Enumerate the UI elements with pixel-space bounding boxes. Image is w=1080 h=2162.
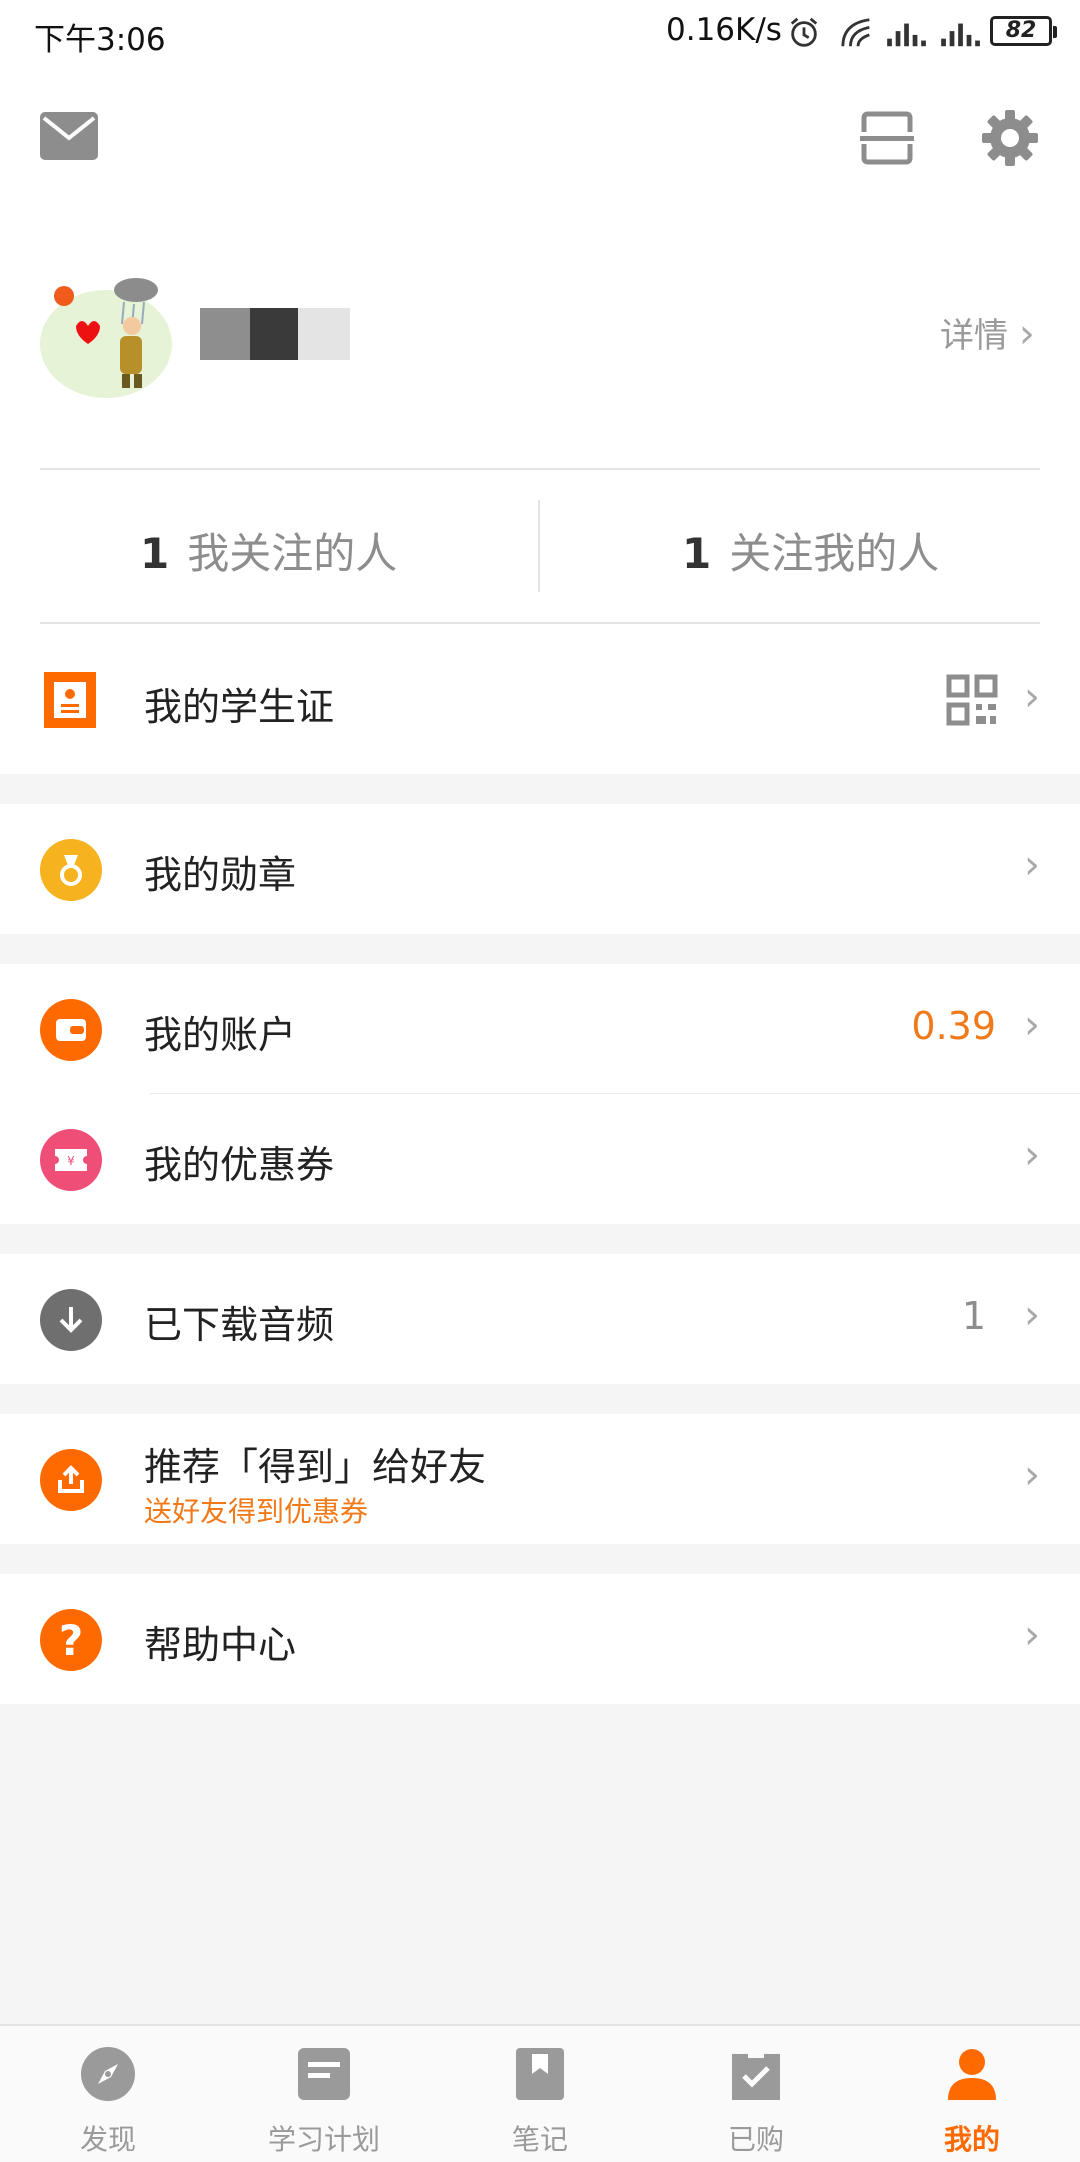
person-icon bbox=[948, 2049, 996, 2100]
profile-name-redacted bbox=[200, 308, 350, 360]
id-card-icon bbox=[44, 672, 96, 728]
vertical-divider bbox=[538, 500, 540, 592]
followers-count: 1 bbox=[682, 529, 712, 578]
chevron-right-icon: › bbox=[1024, 674, 1040, 720]
help-label: 帮助中心 bbox=[144, 1623, 297, 1667]
scan-icon[interactable] bbox=[860, 110, 914, 166]
chevron-right-icon: › bbox=[1024, 1002, 1040, 1048]
nav-label: 发现 bbox=[79, 2123, 136, 2156]
detail-label: 详情 bbox=[940, 316, 1008, 356]
recommend-label: 推荐「得到」给好友 bbox=[144, 1445, 487, 1489]
coupon-icon: ¥ bbox=[40, 1129, 102, 1191]
followers-label: 关注我的人 bbox=[729, 529, 940, 578]
coupons-label: 我的优惠券 bbox=[144, 1143, 335, 1187]
plan-icon bbox=[298, 2048, 350, 2100]
signal-icon bbox=[887, 23, 926, 47]
nav-study-plan[interactable]: 学习计划 bbox=[216, 2026, 432, 2162]
download-icon bbox=[40, 1289, 102, 1351]
signal-icon-2 bbox=[941, 23, 980, 47]
account-label: 我的账户 bbox=[144, 1013, 297, 1057]
student-card-row[interactable]: 我的学生证 › bbox=[0, 636, 1080, 766]
bookmark-icon bbox=[516, 2048, 564, 2100]
svg-text:¥: ¥ bbox=[67, 1154, 75, 1168]
downloads-label: 已下载音频 bbox=[144, 1303, 335, 1347]
account-row[interactable]: 我的账户 0.39 › bbox=[0, 964, 1080, 1094]
medals-row[interactable]: 我的勋章 › bbox=[0, 804, 1080, 934]
purchased-icon bbox=[732, 2054, 780, 2100]
wallet-icon bbox=[40, 999, 102, 1061]
following-stat[interactable]: 1 我关注的人 bbox=[140, 520, 397, 581]
chevron-right-icon: › bbox=[1024, 1612, 1040, 1658]
wifi-icon bbox=[841, 18, 870, 47]
compass-icon bbox=[81, 2047, 135, 2101]
downloads-row[interactable]: 已下载音频 1 › bbox=[0, 1254, 1080, 1384]
mail-icon[interactable] bbox=[40, 112, 98, 160]
status-bar: 下午3:06 0.16K/s 82 bbox=[0, 0, 1080, 66]
medals-label: 我的勋章 bbox=[144, 853, 297, 897]
recommend-row[interactable]: 推荐「得到」给好友 送好友得到优惠券 › bbox=[0, 1414, 1080, 1544]
recommend-subtitle: 送好友得到优惠券 bbox=[144, 1495, 369, 1528]
nav-discover[interactable]: 发现 bbox=[0, 2026, 216, 2162]
followers-stat[interactable]: 1 关注我的人 bbox=[682, 520, 939, 581]
account-balance: 0.39 bbox=[911, 1004, 996, 1048]
share-icon bbox=[40, 1449, 102, 1511]
alarm-icon bbox=[790, 17, 818, 47]
following-label: 我关注的人 bbox=[187, 529, 398, 578]
status-time: 下午3:06 bbox=[34, 22, 166, 58]
nav-label: 学习计划 bbox=[267, 2123, 380, 2156]
student-card-label: 我的学生证 bbox=[144, 685, 335, 729]
help-row[interactable]: ? 帮助中心 › bbox=[0, 1574, 1080, 1704]
nav-purchased[interactable]: 已购 bbox=[648, 2026, 864, 2162]
bottom-navigation: 发现 学习计划 笔记 已购 我的 bbox=[0, 2024, 1080, 2162]
nav-mine[interactable]: 我的 bbox=[864, 2026, 1080, 2162]
coupons-row[interactable]: ¥ 我的优惠券 › bbox=[0, 1094, 1080, 1224]
chevron-right-icon: › bbox=[1024, 1292, 1040, 1338]
medal-icon bbox=[40, 839, 102, 901]
nav-notes[interactable]: 笔记 bbox=[432, 2026, 648, 2162]
chevron-right-icon: › bbox=[1024, 1452, 1040, 1498]
settings-gear-icon[interactable] bbox=[980, 108, 1040, 168]
qr-code-icon[interactable] bbox=[946, 674, 998, 726]
chevron-right-icon: › bbox=[1024, 1132, 1040, 1178]
help-icon: ? bbox=[40, 1609, 102, 1671]
downloads-count: 1 bbox=[961, 1294, 986, 1338]
following-count: 1 bbox=[140, 529, 170, 578]
divider bbox=[40, 468, 1040, 470]
network-speed: 0.16K/s bbox=[666, 12, 782, 48]
nav-label: 已购 bbox=[727, 2123, 784, 2156]
battery-indicator: 82 bbox=[990, 16, 1057, 46]
chevron-right-icon: › bbox=[1018, 311, 1035, 357]
chevron-right-icon: › bbox=[1024, 842, 1040, 888]
divider bbox=[40, 622, 1040, 624]
profile-detail-link[interactable]: 详情 › bbox=[940, 308, 1035, 357]
avatar[interactable] bbox=[40, 264, 180, 404]
nav-label: 我的 bbox=[943, 2123, 1000, 2156]
nav-label: 笔记 bbox=[511, 2123, 568, 2156]
